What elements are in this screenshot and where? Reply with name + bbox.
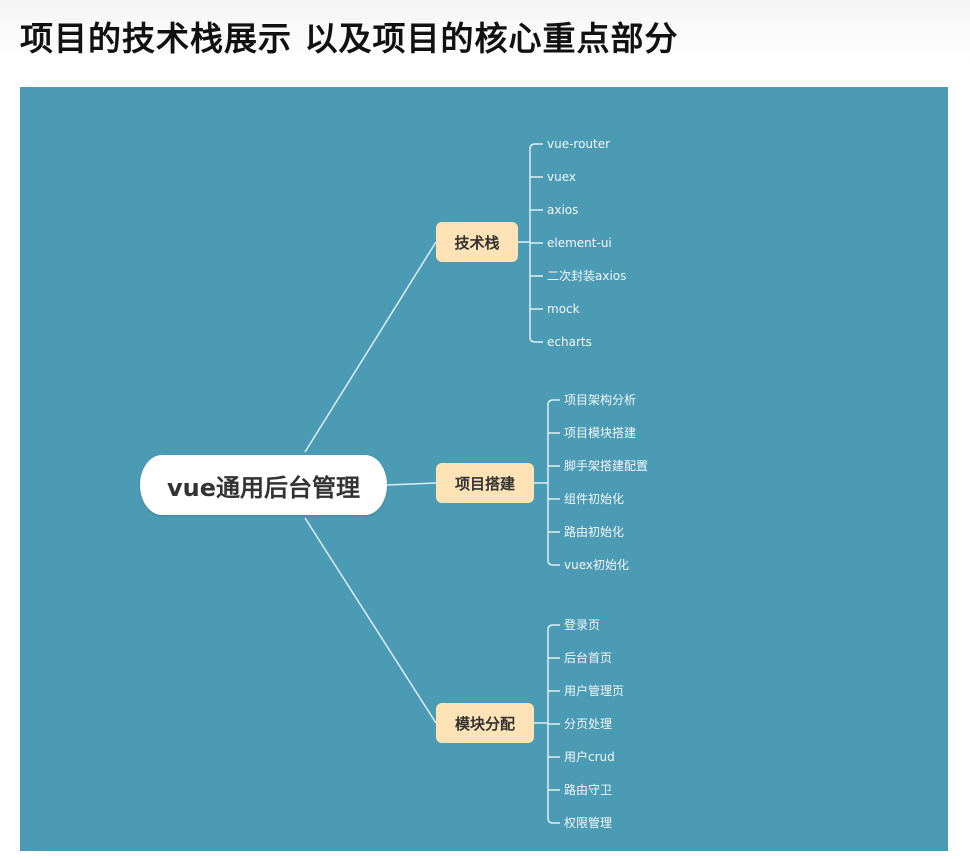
mindmap-branch-node: 模块分配 <box>436 703 534 743</box>
root-to-branch-line <box>304 517 437 724</box>
mindmap-leaf-item: 权限管理 <box>564 816 613 830</box>
mindmap-leaf-item: axios <box>547 203 579 217</box>
mindmap-leaf-item: 登录页 <box>564 618 601 632</box>
mindmap-leaf-item: 后台首页 <box>564 651 613 665</box>
mindmap-leaf-item: echarts <box>547 335 592 349</box>
mindmap-branch-node: 技术栈 <box>436 222 518 262</box>
leaf-connector <box>547 624 560 631</box>
root-to-branch-line <box>386 482 437 486</box>
mindmap-leaf-item: element-ui <box>547 236 612 250</box>
leaf-connector <box>529 143 543 150</box>
mindmap-leaf-item: 用户管理页 <box>564 684 625 698</box>
mindmap-root-node: vue通用后台管理 <box>140 455 387 515</box>
leaf-connector <box>547 399 560 406</box>
mindmap-leaf-item: vuex初始化 <box>564 558 629 572</box>
mindmap-leaf-item: 用户crud <box>564 750 615 764</box>
mindmap-leaf-item: 路由初始化 <box>564 525 625 539</box>
mindmap-leaf-item: 二次封装axios <box>547 269 627 283</box>
mindmap-branch-node: 项目搭建 <box>436 463 534 503</box>
leaf-connector <box>529 336 543 343</box>
mindmap-leaf-item: 脚手架搭建配置 <box>564 459 649 473</box>
mindmap-leaf-item: 组件初始化 <box>564 492 625 506</box>
mindmap-leaf-item: 项目模块搭建 <box>564 426 637 440</box>
mindmap-leaf-item: mock <box>547 302 580 316</box>
mindmap-leaf-item: 项目架构分析 <box>564 393 637 407</box>
mindmap-leaf-item: 路由守卫 <box>564 783 613 797</box>
leaf-connector <box>547 559 560 566</box>
leaf-connector <box>547 817 560 824</box>
mindmap-leaf-item: vuex <box>547 170 576 184</box>
mindmap-leaf-item: vue-router <box>547 137 611 151</box>
mindmap-leaf-item: 分页处理 <box>564 717 613 731</box>
root-to-branch-line <box>304 241 437 453</box>
